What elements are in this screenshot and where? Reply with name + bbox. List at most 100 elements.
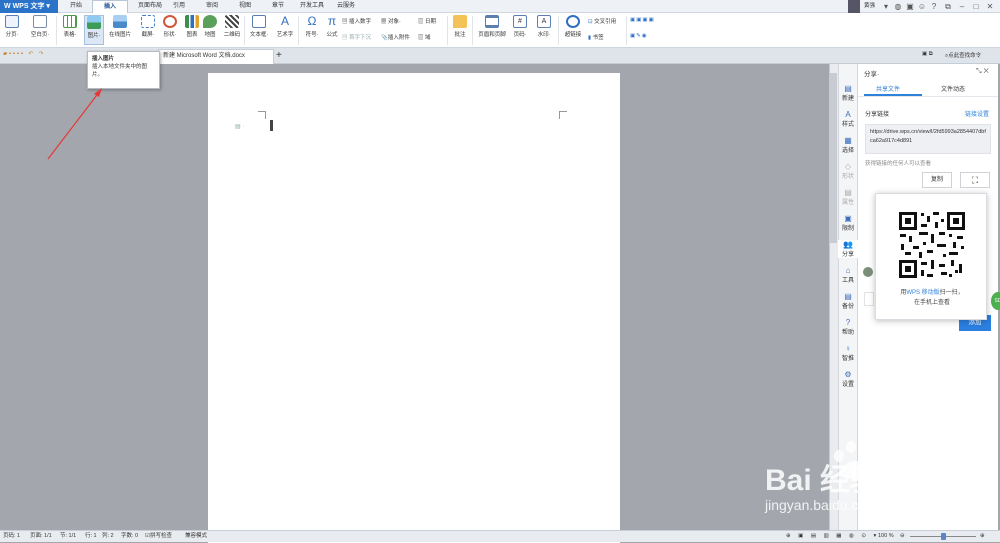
qrcode-toggle-button[interactable]: ⛶ <box>960 172 990 188</box>
status-bar: 页码: 1 页面: 1/1 节: 1/1 行: 1 列: 2 字数: 0 ☑拼写… <box>0 530 1000 542</box>
sidebar-item-tools[interactable]: ⌂ 工具 <box>838 266 858 284</box>
tab-file-activity[interactable]: 文件动态 <box>941 84 965 93</box>
tab-developer[interactable]: 开发工具 <box>295 0 329 13</box>
panel-title[interactable]: 分享· <box>864 68 879 78</box>
zoom-level[interactable]: 100 % <box>878 531 894 542</box>
spellcheck-toggle[interactable]: ☑拼写检查 <box>145 531 172 542</box>
doc-info-icons[interactable]: ▣ ⧉ <box>922 51 933 58</box>
hyperlink-button[interactable]: 超链接 <box>563 15 583 38</box>
comment-button[interactable]: 批注 <box>450 15 470 38</box>
sidebar-item-style[interactable]: A 样式 <box>838 110 858 128</box>
header-footer-button[interactable]: 页眉和页脚 <box>478 15 506 38</box>
share-link-url[interactable]: https://drive.wps.cn/view/l/2fd5993a2854… <box>865 124 991 154</box>
zoom-slider-thumb[interactable] <box>941 533 946 540</box>
tab-chapter[interactable]: 章节 <box>263 0 293 13</box>
insert-picture-tooltip: 插入图片 插入本地文件夹中的图片。 <box>87 51 160 89</box>
tab-home[interactable]: 开始 <box>62 0 90 13</box>
tab-references[interactable]: 引用 <box>164 0 194 13</box>
sidebar-item-new[interactable]: ▤ 新建 <box>838 84 858 102</box>
watermark-button[interactable]: A 水印· <box>534 15 554 38</box>
cross-reference-button[interactable]: ⊡ 交叉引用 <box>588 17 616 25</box>
tab-insert[interactable]: 插入 <box>92 0 128 13</box>
status-page-number: 页码: 1 <box>3 533 21 539</box>
command-search-label: 点此查找命令 <box>948 53 982 59</box>
chevron-down-icon[interactable]: ▾ <box>880 1 892 12</box>
tab-cloud[interactable]: 云服务 <box>330 0 362 13</box>
screenshot-icon <box>141 15 155 28</box>
quick-access-toolbar[interactable]: ▰▪▪▪▪ ↶ ↷ <box>3 51 45 57</box>
sidebar-label: 工具 <box>841 278 854 284</box>
new-tab-icon[interactable]: + <box>276 49 282 62</box>
restrict-icon: ▣ <box>844 214 852 223</box>
sidebar-item-select[interactable]: ▦ 选择 <box>838 136 858 154</box>
minimize-icon[interactable]: – <box>956 1 968 12</box>
sidebar-item-backup[interactable]: ▤ 备份 <box>838 292 858 310</box>
status-word-count[interactable]: 字数: 0 <box>121 531 138 542</box>
floating-badge[interactable]: SD <box>991 292 1000 310</box>
sidebar-item-shape[interactable]: ◇ 形状 <box>838 162 858 180</box>
tools-icon: ⌂ <box>845 266 851 275</box>
close-icon[interactable]: ✕ <box>984 1 996 12</box>
page-break-button[interactable]: 分页· <box>2 15 22 38</box>
app-menu-button[interactable]: W WPS 文字 ▾ <box>0 0 58 13</box>
qr-caption-link[interactable]: WPS 移动版 <box>906 290 939 296</box>
panel-pin-close[interactable]: ⤡ ✕ <box>976 68 989 76</box>
sidebar-label: 选择 <box>841 148 854 154</box>
wps-logo-icon: W <box>4 3 13 10</box>
hyperlink-icon <box>566 15 580 28</box>
scrollbar-thumb[interactable] <box>830 73 837 243</box>
bookmark-button[interactable]: ▮ 书签 <box>588 33 604 41</box>
status-compat-mode: 兼容模式 <box>185 533 208 539</box>
page-break-icon <box>5 15 19 28</box>
sidebar-item-restrict[interactable]: ▣ 限制 <box>838 214 858 232</box>
zoom-in-icon[interactable]: ⊕ <box>980 531 985 542</box>
sidebar-item-share[interactable]: 👥 分享 <box>838 240 858 258</box>
watermark-url: jingyan.baidu.com <box>765 497 878 513</box>
misc-toolbar-icons-2[interactable]: ▣✎◉ <box>630 33 648 39</box>
settings-icon: ⚙ <box>844 370 852 379</box>
zoom-out-icon[interactable]: ⊖ <box>900 531 905 542</box>
access-note: 获得链接的任何人可以查看 <box>865 161 932 167</box>
insert-number-label: 插入数字 <box>349 19 372 25</box>
document-tab[interactable]: 新建 Microsoft Word 文档.docx <box>158 49 274 64</box>
copy-button[interactable]: 复制 <box>922 172 952 188</box>
user-name[interactable]: 黄强 <box>864 0 875 13</box>
view-mode-buttons[interactable]: ⊕ ▣ ▤ ▥ ▦ ◍ ⊙ ▾ <box>786 531 879 542</box>
document-page[interactable]: ▤ · <box>208 73 620 543</box>
tab-view[interactable]: 视图 <box>230 0 260 13</box>
skin-icon[interactable]: ◍ <box>892 1 904 12</box>
link-settings-link[interactable]: 链接设置 <box>965 109 989 118</box>
field-button[interactable]: ▥ 域 <box>418 33 431 41</box>
command-search[interactable]: ⌕点此查找命令 <box>945 51 981 60</box>
margin-mark-left-v <box>265 111 266 119</box>
divider <box>626 16 627 45</box>
formula-button[interactable]: π 公式 <box>322 15 342 39</box>
sidebar-label: 智推 <box>841 356 854 362</box>
tab-shared-files[interactable]: 共享文件 <box>876 84 900 93</box>
invite-input[interactable] <box>864 292 874 306</box>
sidebar-item-help[interactable]: ? 帮助 <box>838 318 858 336</box>
maximize-icon[interactable]: □ <box>970 1 982 12</box>
online-picture-button[interactable]: 在线图片 <box>109 15 131 38</box>
drop-cap-label: 首字下沉 <box>349 35 372 41</box>
window-restore-icon[interactable]: ⧉ <box>942 1 954 12</box>
sidebar-item-smart[interactable]: ♀ 智推 <box>838 344 858 362</box>
page-number-icon: # <box>513 15 527 28</box>
tab-review[interactable]: 审阅 <box>197 0 227 13</box>
mascot-icon[interactable]: ☺ <box>916 1 928 12</box>
sidebar-item-settings[interactable]: ⚙ 设置 <box>838 370 858 388</box>
misc-toolbar-icons[interactable]: ▣▣▣▣ <box>630 17 655 23</box>
style-icon: A <box>845 110 851 119</box>
object-button[interactable]: ▦ 对象· <box>381 17 401 25</box>
date-button[interactable]: ▥ 日期 <box>418 17 436 25</box>
drop-cap-button[interactable]: ▤ 首字下沉 <box>342 33 371 41</box>
lock-icon[interactable]: ▣ <box>904 1 916 12</box>
help-icon[interactable]: ? <box>928 1 940 12</box>
attachment-button[interactable]: 📎插入附件 <box>381 33 410 41</box>
blank-page-button[interactable]: 空白页· <box>30 15 50 38</box>
sidebar-item-property[interactable]: ▤ 属性 <box>838 188 858 206</box>
tooltip-body: 插入本地文件夹中的图片。 <box>92 64 148 78</box>
avatar[interactable] <box>848 0 860 13</box>
insert-number-button[interactable]: ▤ 插入数字 <box>342 17 371 25</box>
smart-push-icon: ♀ <box>845 344 851 353</box>
